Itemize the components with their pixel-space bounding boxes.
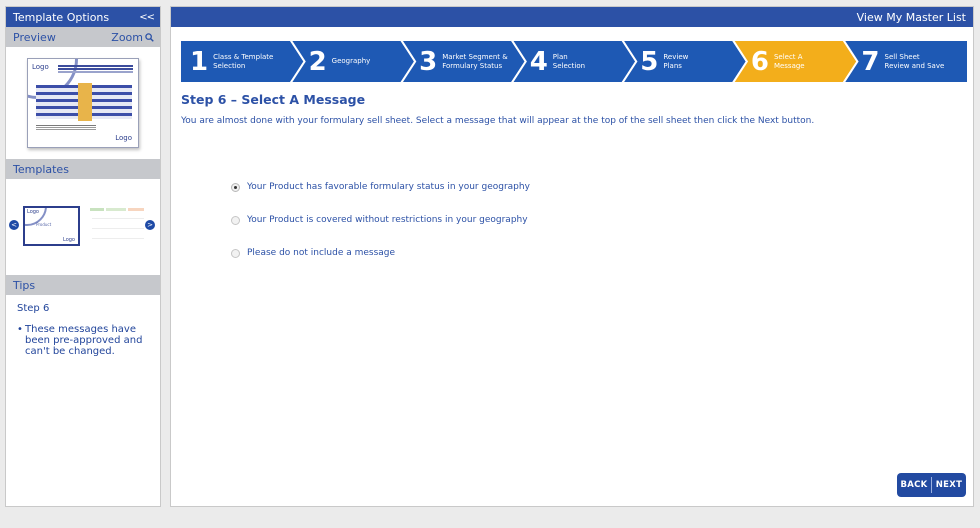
wizard-step-label-line1: Select A	[773, 52, 803, 61]
main-header: View My Master List	[171, 7, 973, 27]
wizard-step-label-line2: Selection	[213, 61, 246, 70]
wizard-step-2[interactable]: 2 Geography	[309, 40, 371, 83]
magnifier-icon	[145, 32, 154, 42]
wizard-step-label-line1: Plan	[552, 52, 568, 61]
tips-label: Tips	[13, 278, 36, 292]
wizard-step-number: 5	[640, 46, 659, 77]
wizard-step-label-line2: Selection	[552, 61, 586, 70]
preview-area: Logo Logo	[6, 47, 160, 159]
wizard-step-label-line2: Formulary Status	[442, 61, 503, 70]
back-button[interactable]: BACK	[897, 480, 931, 490]
message-option-label: Please do not include a message	[247, 248, 396, 258]
wizard-step-label: Review Plans	[663, 53, 688, 71]
message-option-2[interactable]: Your Product is covered without restrict…	[231, 214, 530, 226]
instructions-text: You are almost done with your formulary …	[181, 116, 815, 126]
tips-text: These messages have been pre-approved an…	[25, 324, 143, 357]
wizard-nav-buttons: BACK NEXT	[897, 473, 966, 497]
wizard-step-label-line1: Review	[663, 52, 689, 61]
wizard-step-6[interactable]: 6 Select A Message	[751, 40, 805, 83]
preview-section-header: Preview Zoom	[6, 27, 160, 47]
preview-logo-bottom: Logo	[115, 134, 132, 142]
message-option-3[interactable]: Please do not include a message	[231, 247, 530, 259]
template-options-panel: Template Options << Preview Zoom Logo Lo…	[5, 6, 161, 507]
wizard-step-number: 2	[308, 46, 327, 77]
wizard-step-3[interactable]: 3 Market Segment & Formulary Status	[419, 40, 508, 83]
templates-section-header: Templates	[6, 159, 160, 179]
zoom-label: Zoom	[111, 30, 143, 44]
template-a-logo-bottom: Logo	[63, 237, 75, 243]
wizard-step-number: 7	[861, 46, 880, 77]
chevron-left-icon: <	[11, 221, 17, 229]
radio-button[interactable]	[231, 248, 240, 258]
tips-step: Step 6	[17, 303, 50, 314]
next-button[interactable]: NEXT	[932, 480, 966, 490]
page-title: Step 6 – Select A Message	[181, 92, 366, 107]
sell-sheet-preview-thumbnail[interactable]: Logo Logo	[27, 58, 139, 148]
wizard-step-label: Class & Template Selection	[213, 53, 273, 71]
wizard-step-label-line1: Sell Sheet	[884, 52, 920, 61]
wizard-step-label: Plan Selection	[553, 53, 585, 71]
tips-body: Step 6 • These messages have been pre-ap…	[6, 295, 160, 365]
wizard-step-label-line2: Message	[773, 61, 805, 70]
wizard-step-label-line1: Class & Template	[213, 52, 274, 61]
templates-prev-button[interactable]: <	[9, 220, 19, 230]
view-master-list-link[interactable]: View My Master List	[857, 11, 966, 24]
wizard-step-label-line1: Geography	[331, 57, 371, 65]
collapse-sidebar-button[interactable]: <<	[139, 12, 155, 23]
template-thumbnail-a[interactable]: Logo Product Logo	[23, 206, 80, 246]
template-thumbnail-b[interactable]	[88, 206, 146, 246]
template-a-logo-top: Logo	[27, 209, 39, 215]
message-option-label: Your Product has favorable formulary sta…	[247, 182, 530, 192]
zoom-button[interactable]: Zoom	[111, 31, 154, 44]
message-options: Your Product has favorable formulary sta…	[231, 181, 530, 280]
preview-logo-top: Logo	[32, 63, 49, 71]
wizard-step-1[interactable]: 1 Class & Template Selection	[190, 40, 273, 83]
main-panel: View My Master List 1 Class & Template Sel…	[170, 6, 974, 507]
wizard-step-label: Select A Message	[774, 53, 805, 71]
tips-section-header: Tips	[6, 275, 160, 295]
sidebar-header: Template Options <<	[6, 7, 160, 27]
message-option-1[interactable]: Your Product has favorable formulary sta…	[231, 181, 530, 193]
bullet-icon: •	[17, 324, 23, 335]
wizard-step-number: 3	[419, 46, 438, 77]
sidebar-title: Template Options	[13, 10, 110, 24]
wizard-progress-bar: 1 Class & Template Selection 2 Geography 3 Mar…	[180, 40, 968, 83]
wizard-step-number: 4	[529, 46, 548, 77]
wizard-step-label: Sell Sheet Review and Save	[885, 53, 945, 71]
wizard-step-5[interactable]: 5 Review Plans	[640, 40, 688, 83]
radio-button[interactable]	[231, 182, 240, 192]
wizard-step-label-line1: Market Segment &	[442, 52, 508, 61]
template-a-text: Product	[36, 222, 52, 227]
wizard-step-label: Market Segment & Formulary Status	[442, 53, 507, 71]
templates-next-button[interactable]: >	[145, 220, 155, 230]
wizard-step-7[interactable]: 7 Sell Sheet Review and Save	[861, 40, 944, 83]
preview-label: Preview	[13, 30, 56, 44]
wizard-step-4[interactable]: 4 Plan Selection	[530, 40, 585, 83]
chevron-right-icon: >	[147, 221, 153, 229]
wizard-step-label-line2: Plans	[663, 61, 682, 70]
radio-button[interactable]	[231, 215, 240, 225]
tips-item: • These messages have been pre-approved …	[17, 324, 149, 357]
message-option-label: Your Product is covered without restrict…	[247, 215, 528, 225]
templates-label: Templates	[13, 162, 69, 176]
wizard-step-number: 1	[190, 46, 209, 77]
wizard-step-label-line2: Review and Save	[884, 61, 945, 70]
templates-carousel: < Logo Product Logo >	[6, 179, 160, 275]
wizard-step-number: 6	[750, 46, 769, 77]
wizard-step-label: Geography	[332, 57, 371, 66]
